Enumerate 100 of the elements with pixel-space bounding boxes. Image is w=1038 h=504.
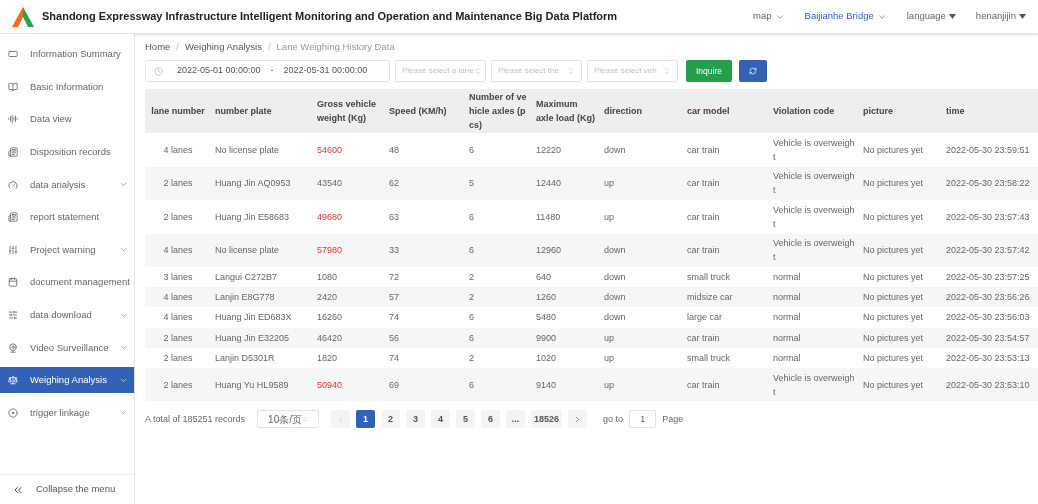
goto-label: go to: [603, 412, 624, 426]
page-number-field[interactable]: 1: [629, 410, 657, 429]
table-cell-text: No pictures yet: [862, 244, 925, 258]
rectangle-icon: [8, 49, 18, 60]
table-cell-text: Huang Jin ED683X: [214, 311, 293, 325]
menu-item[interactable]: Data view: [0, 106, 134, 133]
menu-item[interactable]: Weighing Analysis: [0, 367, 134, 394]
table-cell-text: car train: [686, 244, 721, 258]
table-cell-text: Lanjin D5301R: [214, 351, 276, 365]
menu-item[interactable]: Information Summary: [0, 41, 134, 68]
table-cell-text: normal: [772, 311, 802, 325]
table-cell-text: midsize car: [686, 291, 734, 305]
table-cell-text: 2: [468, 271, 475, 285]
table-cell-text: up: [603, 210, 615, 224]
table-cell-text: Huang Jin E58683: [214, 210, 291, 224]
refresh-button[interactable]: [739, 60, 767, 82]
table-cell-text: 3 lanes: [162, 271, 194, 285]
page-button[interactable]: 1: [356, 410, 376, 429]
table-cell-text: 57: [388, 291, 400, 305]
header-menu[interactable]: Baijianhe Bridge: [804, 9, 887, 24]
table-cell-text: 54600: [316, 143, 344, 157]
table-cell-text: 2022-05-30 23:53:10: [945, 378, 1031, 392]
breadcrumb-link[interactable]: Home: [145, 39, 171, 55]
table-cell-text: 2 lanes: [162, 331, 194, 345]
menu-item[interactable]: report statement: [0, 204, 134, 231]
table-cell-text: 4 lanes: [162, 291, 194, 305]
table-cell-text: Vehicle is overweight: [772, 237, 856, 265]
next-page-button[interactable]: [568, 410, 588, 429]
table-cell-text: Vehicle is overweight: [772, 136, 856, 164]
previous-page-button[interactable]: [331, 410, 351, 429]
table-cell-text: 2 lanes: [162, 177, 194, 191]
page-button[interactable]: 2: [381, 410, 401, 429]
table-cell-text: small truck: [686, 271, 731, 285]
date-range-field[interactable]: 2022-05-01 00:00:00 - 2022-05-31 00:00:00: [145, 60, 390, 82]
table-cell-text: car train: [686, 378, 721, 392]
menu-item[interactable]: Project warning: [0, 236, 134, 263]
menu-item[interactable]: data download: [0, 302, 134, 329]
table-cell-text: car train: [686, 331, 721, 345]
page-button[interactable]: 5: [456, 410, 476, 429]
end-date: 2022-05-31 00:00:00: [283, 64, 368, 78]
page-button[interactable]: ...: [506, 410, 526, 429]
inquire-button[interactable]: Inquire: [686, 60, 732, 82]
sort-icon: [663, 67, 671, 75]
sliders-icon: [8, 244, 18, 255]
table-cell-text: 1020: [535, 351, 558, 365]
page-button[interactable]: 18526: [531, 410, 563, 429]
table-cell-text: No license plate: [214, 143, 281, 157]
table-cell-text: 2022-05-30 23:56:03: [945, 311, 1031, 325]
table-cell-text: No pictures yet: [862, 271, 925, 285]
menu-item[interactable]: Video Surveillance: [0, 334, 134, 361]
page-size-select[interactable]: 10条/页: [257, 410, 320, 429]
menu-item[interactable]: trigger linkage: [0, 399, 134, 426]
table-cell-text: 2022-05-30 23:57:42: [945, 244, 1031, 258]
calendar-icon: [8, 277, 18, 288]
caret-icon: [1019, 14, 1026, 19]
table-cell-text: No pictures yet: [862, 311, 925, 325]
table-cell-text: up: [603, 177, 615, 191]
table-cell-text: 12960: [535, 244, 563, 258]
menu-item[interactable]: data analysis: [0, 171, 134, 198]
column-header: number plate: [214, 105, 273, 118]
menu-item[interactable]: Disposition records: [0, 139, 134, 166]
sliders-icon: [8, 310, 18, 321]
table-cell-text: 2022-05-30 23:56:26: [945, 291, 1031, 305]
table-cell-text: 2022-05-30 23:57:43: [945, 210, 1031, 224]
table-cell-text: normal: [772, 331, 802, 345]
column-header: Speed (KM/h): [388, 105, 448, 118]
header-menu[interactable]: henanjijin: [975, 9, 1026, 24]
column-header: Gross vehicle weight (Kg): [316, 98, 378, 125]
table-cell-text: 12220: [535, 143, 563, 157]
table-cell-text: 9900: [535, 331, 558, 345]
menu-item[interactable]: Basic Information: [0, 73, 134, 100]
table-cell-text: car train: [686, 143, 721, 157]
header-menu[interactable]: language: [906, 9, 956, 24]
table-cell-text: 49680: [316, 210, 344, 224]
table-cell-text: Langui C272B7: [214, 271, 279, 285]
refresh-icon: [749, 67, 757, 75]
collapse-menu-button[interactable]: Collapse the menu: [0, 474, 134, 504]
table-cell-text: No pictures yet: [862, 143, 925, 157]
column-header: picture: [862, 105, 894, 118]
table-cell-text: 4 lanes: [162, 311, 194, 325]
page-button[interactable]: 3: [406, 410, 426, 429]
table-cell-text: up: [603, 331, 615, 345]
table-cell-text: 72: [388, 271, 400, 285]
page-button[interactable]: 6: [481, 410, 501, 429]
breadcrumb-link[interactable]: Weighing Analysis: [185, 39, 262, 55]
menu-item[interactable]: document management: [0, 269, 134, 296]
page-button[interactable]: 4: [431, 410, 451, 429]
column-header: Number of vehicle axles (pcs): [468, 91, 528, 132]
table-cell-text: 1820: [316, 351, 339, 365]
sort-icon: [567, 67, 575, 75]
newspaper-icon: [8, 147, 18, 158]
table-cell-text: 2022-05-30 23:57:25: [945, 271, 1031, 285]
webcam-icon: [8, 342, 18, 353]
table-cell-text: 2 lanes: [162, 210, 194, 224]
table-cell-text: Vehicle is overweight: [772, 170, 856, 198]
table-cell-text: 6: [468, 244, 475, 258]
scale-icon: [8, 375, 18, 386]
page-label: Page: [662, 412, 684, 426]
header-menu[interactable]: map: [753, 9, 785, 24]
table-cell-text: Vehicle is overweight: [772, 371, 856, 399]
